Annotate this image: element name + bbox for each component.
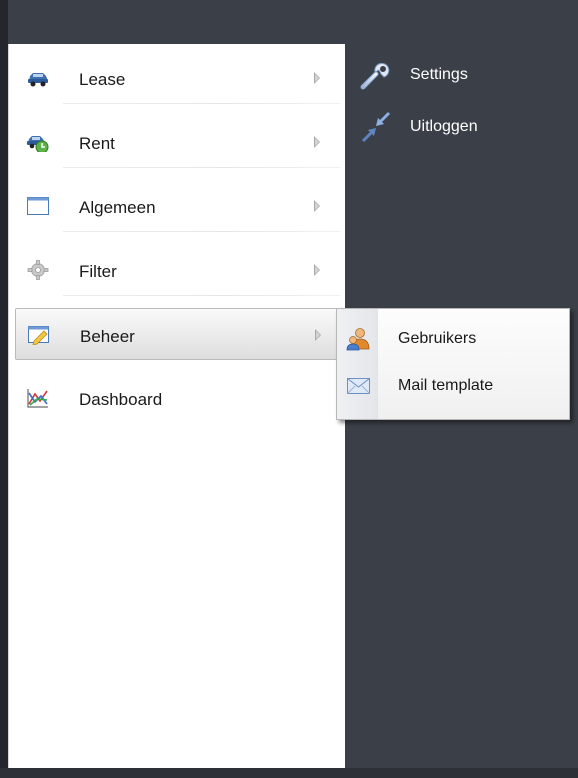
chevron-right-icon — [312, 134, 322, 150]
submenu-item-label: Mail template — [398, 377, 494, 394]
envelope-icon — [346, 374, 372, 398]
settings-link[interactable]: Settings — [360, 60, 560, 90]
menu-separator — [63, 103, 340, 104]
app-screen: Settings Uitloggen Lease Rent Algemeen F… — [0, 0, 578, 778]
car-rent-icon — [27, 132, 49, 154]
menu-item-label: Dashboard — [79, 390, 163, 409]
bottom-edge — [0, 768, 578, 778]
menu-item-rent[interactable]: Rent — [15, 116, 342, 168]
left-edge — [0, 0, 8, 778]
wrench-icon — [360, 60, 392, 90]
menu-item-label: Lease — [79, 70, 126, 89]
chevron-right-icon — [312, 198, 322, 214]
menu-item-label: Algemeen — [79, 198, 156, 217]
menu-separator — [63, 231, 340, 232]
window-icon — [27, 196, 49, 216]
menu-item-lease[interactable]: Lease — [15, 52, 342, 104]
logout-link[interactable]: Uitloggen — [360, 112, 560, 142]
edit-form-icon — [28, 325, 50, 346]
car-icon — [27, 68, 49, 88]
menu-item-algemeen[interactable]: Algemeen — [15, 180, 342, 232]
menu-item-label: Rent — [79, 134, 115, 153]
logout-arrows-icon — [360, 112, 392, 142]
menu-item-dashboard[interactable]: Dashboard — [15, 372, 342, 424]
menu-separator — [63, 295, 340, 296]
users-icon — [346, 327, 372, 351]
beheer-submenu: Gebruikers Mail template — [336, 308, 570, 420]
logout-label: Uitloggen — [410, 118, 478, 135]
settings-label: Settings — [410, 66, 468, 83]
menu-item-label: Filter — [79, 262, 117, 281]
gear-icon — [27, 260, 49, 280]
submenu-item-mail-template[interactable]: Mail template — [338, 364, 568, 408]
submenu-item-gebruikers[interactable]: Gebruikers — [338, 317, 568, 361]
main-menu: Lease Rent Algemeen Filter Beheer Dashbo… — [8, 44, 345, 768]
menu-item-beheer[interactable]: Beheer — [15, 308, 342, 360]
menu-separator — [63, 167, 340, 168]
menu-item-label: Beheer — [80, 327, 135, 346]
chevron-right-icon — [313, 327, 323, 343]
menu-item-filter[interactable]: Filter — [15, 244, 342, 296]
chart-icon — [27, 388, 49, 408]
chevron-right-icon — [312, 262, 322, 278]
chevron-right-icon — [312, 70, 322, 86]
submenu-item-label: Gebruikers — [398, 330, 477, 347]
